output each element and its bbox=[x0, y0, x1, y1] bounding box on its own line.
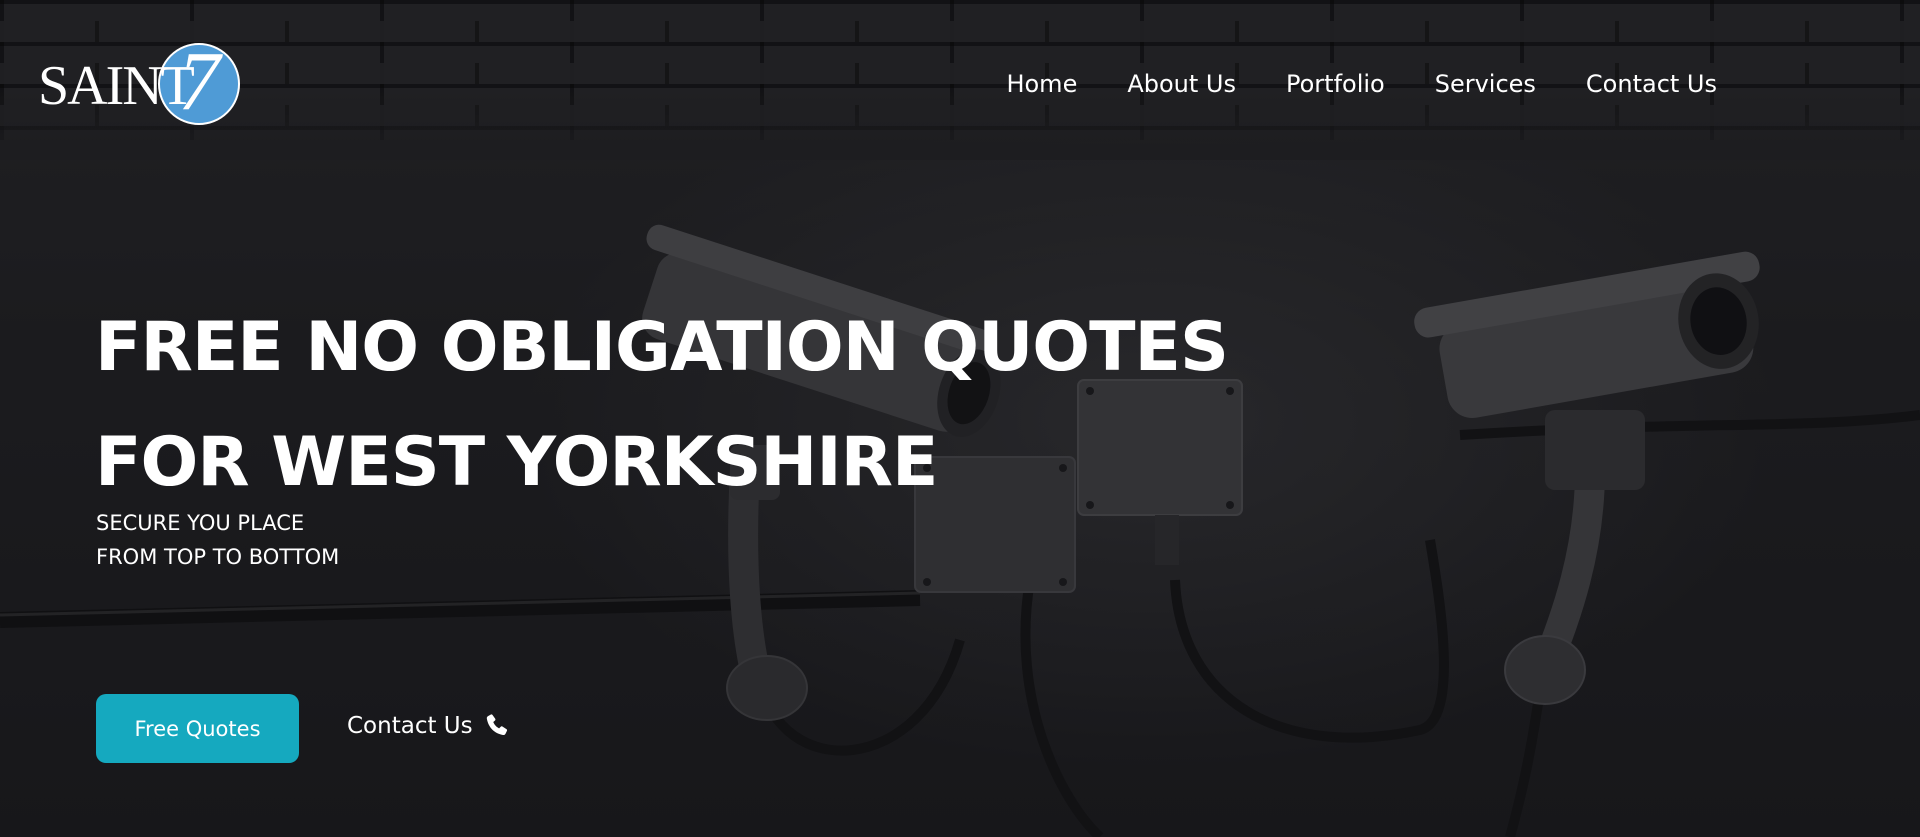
logo-wordmark: SAINT bbox=[38, 55, 195, 117]
hero-subheadline-line1: SECURE YOU PLACE bbox=[96, 511, 305, 535]
hero-subheadline-line2: FROM TOP TO BOTTOM bbox=[96, 545, 340, 569]
hero-section: SAINT 7 Home About Us Portfolio Services… bbox=[0, 0, 1920, 837]
hero-headline-line2: FOR WEST YORKSHIRE bbox=[95, 423, 938, 502]
contact-us-link-label: Contact Us bbox=[347, 713, 473, 739]
hero-subheadline: SECURE YOU PLACE FROM TOP TO BOTTOM bbox=[96, 506, 339, 574]
contact-us-link[interactable]: Contact Us bbox=[347, 712, 511, 740]
hero-headline: FREE NO OBLIGATION QUOTES FOR WEST YORKS… bbox=[95, 290, 1229, 520]
logo-numeral: 7 bbox=[178, 35, 220, 128]
free-quotes-button[interactable]: Free Quotes bbox=[96, 694, 299, 763]
nav-item-contact-us[interactable]: Contact Us bbox=[1586, 70, 1717, 98]
main-navigation: Home About Us Portfolio Services Contact… bbox=[1006, 70, 1717, 98]
nav-item-services[interactable]: Services bbox=[1435, 70, 1536, 98]
site-logo[interactable]: SAINT 7 bbox=[38, 35, 240, 128]
nav-item-home[interactable]: Home bbox=[1006, 70, 1077, 98]
hero-headline-line1: FREE NO OBLIGATION QUOTES bbox=[95, 308, 1229, 387]
nav-item-about-us[interactable]: About Us bbox=[1127, 70, 1236, 98]
nav-item-portfolio[interactable]: Portfolio bbox=[1286, 70, 1385, 98]
phone-icon bbox=[483, 712, 511, 740]
